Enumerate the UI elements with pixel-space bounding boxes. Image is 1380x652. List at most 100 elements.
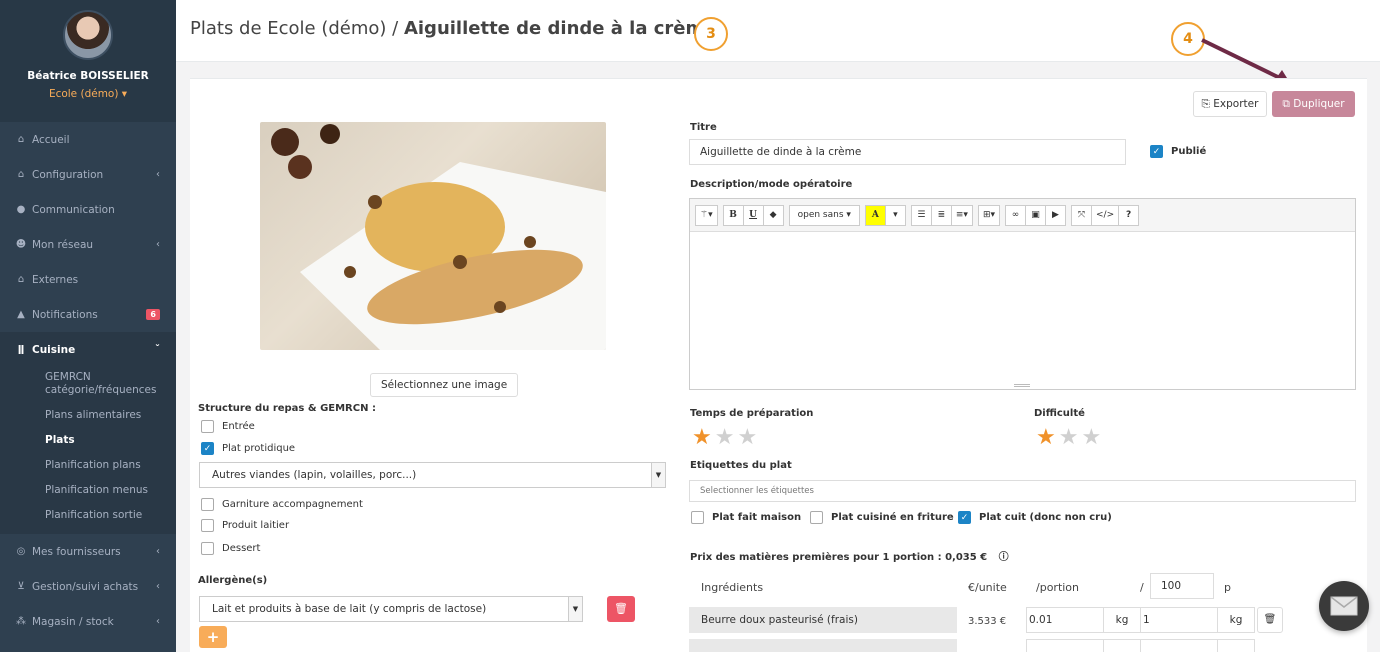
cuit-checkbox-row[interactable]: ✓ Plat cuit (donc non cru)	[958, 511, 1112, 524]
chat-widget-button[interactable]	[1319, 581, 1369, 631]
image-icon[interactable]: ▣	[1025, 204, 1047, 226]
entree-checkbox[interactable]	[201, 420, 214, 433]
ingredient-qty-input[interactable]: 1	[1140, 607, 1218, 633]
entree-label: Entrée	[222, 421, 255, 432]
ingredient-unit-1-next	[1103, 639, 1141, 652]
star-empty-icon[interactable]: ★	[1059, 425, 1082, 450]
fullscreen-icon[interactable]: ⤧	[1071, 204, 1093, 226]
dish-form-panel: Sélectionnez une image Structure du repa…	[190, 78, 1367, 652]
fait-maison-checkbox-row[interactable]: Plat fait maison	[691, 511, 801, 524]
subnav-item-planification-plans[interactable]: Planification plans	[0, 453, 176, 478]
export-button[interactable]: ⎘ Exporter	[1193, 91, 1267, 117]
unordered-list-icon[interactable]: ☰	[910, 204, 932, 226]
select-image-button[interactable]: Sélectionnez une image	[370, 373, 519, 397]
star-empty-icon[interactable]: ★	[715, 425, 738, 450]
editor-content-area[interactable]	[690, 232, 1355, 389]
ingredient-price: 3.533 €	[968, 616, 1007, 627]
difficulty-label: Difficulté	[1034, 408, 1085, 419]
sidebar-item-notifications[interactable]: ▲ Notifications 6	[0, 297, 176, 332]
produit-laitier-checkbox[interactable]	[201, 519, 214, 532]
delete-allergene-button[interactable]: 🗑	[607, 596, 635, 622]
allergenes-label: Allergène(s)	[198, 575, 268, 586]
subnav-item-planification-sortie[interactable]: Planification sortie	[0, 503, 176, 528]
ingredient-unit-2-next	[1217, 639, 1255, 652]
dessert-checkbox-row[interactable]: Dessert	[201, 542, 260, 555]
garniture-label: Garniture accompagnement	[222, 499, 363, 510]
caret-down-icon[interactable]: ▾	[884, 204, 906, 226]
friture-checkbox[interactable]	[810, 511, 823, 524]
plat-protidique-checkbox[interactable]: ✓	[201, 442, 214, 455]
step-3-marker: 3	[694, 17, 728, 51]
link-icon[interactable]: ∞	[1005, 204, 1027, 226]
sidebar-item-fournisseurs[interactable]: ◎ Mes fournisseurs ‹	[0, 534, 176, 569]
prep-time-rating[interactable]: ★ ★ ★	[692, 425, 760, 450]
friture-checkbox-row[interactable]: Plat cuisiné en friture	[810, 511, 954, 524]
eraser-icon[interactable]: ◆	[762, 204, 784, 226]
entree-checkbox-row[interactable]: Entrée	[201, 420, 255, 433]
sidebar-item-accueil[interactable]: ⌂ Accueil	[0, 122, 176, 157]
sidebar-item-achats[interactable]: ⊻ Gestion/suivi achats ‹	[0, 569, 176, 604]
dessert-checkbox[interactable]	[201, 542, 214, 555]
star-filled-icon[interactable]: ★	[692, 425, 715, 450]
star-empty-icon[interactable]: ★	[1081, 425, 1104, 450]
table-icon[interactable]: ⊞▾	[977, 204, 1001, 226]
fait-maison-label: Plat fait maison	[712, 512, 802, 523]
titre-input[interactable]: Aiguillette de dinde à la crème	[689, 139, 1126, 165]
plat-protidique-checkbox-row[interactable]: ✓ Plat protidique	[201, 442, 295, 455]
sidebar-item-cuisine[interactable]: ǁ Cuisine ˇ	[0, 332, 176, 367]
subnav-item-plans-alimentaires[interactable]: Plans alimentaires	[0, 403, 176, 428]
publie-checkbox[interactable]: ✓	[1150, 145, 1163, 158]
subnav-item-gemrcn[interactable]: GEMRCN catégorie/fréquences	[0, 367, 176, 403]
ingredient-portion-input[interactable]: 0.01	[1026, 607, 1104, 633]
delete-ingredient-button[interactable]: 🗑	[1257, 607, 1283, 633]
sidebar-item-externes[interactable]: ⌂ Externes	[0, 262, 176, 297]
sidebar-nav: ⌂ Accueil ⌂ Configuration ‹ ● Communicat…	[0, 122, 176, 639]
video-icon[interactable]: ▶	[1045, 204, 1067, 226]
align-icon[interactable]: ≡▾	[950, 204, 973, 226]
fait-maison-checkbox[interactable]	[691, 511, 704, 524]
subnav-item-plats[interactable]: Plats	[0, 428, 176, 453]
cuisine-submenu: GEMRCN catégorie/fréquences Plans alimen…	[0, 367, 176, 534]
ingredient-portion-input-next[interactable]	[1026, 639, 1104, 652]
underline-button[interactable]: U	[742, 204, 764, 226]
font-family-select[interactable]: open sans ▾	[788, 204, 860, 226]
cart-icon: ⊻	[17, 581, 25, 592]
duplicate-button[interactable]: ⧉ Dupliquer	[1272, 91, 1355, 117]
star-empty-icon[interactable]: ★	[737, 425, 760, 450]
code-view-icon[interactable]: </>	[1091, 204, 1120, 226]
viande-select[interactable]: Autres viandes (lapin, volailles, porc..…	[199, 462, 666, 488]
portions-count-input[interactable]: 100	[1150, 573, 1214, 599]
help-icon[interactable]: ?	[1118, 204, 1140, 226]
ordered-list-icon[interactable]: ≣	[930, 204, 952, 226]
prep-time-label: Temps de préparation	[690, 408, 814, 419]
sidebar-item-reseau[interactable]: ☻ Mon réseau ‹	[0, 227, 176, 262]
sidebar-item-configuration[interactable]: ⌂ Configuration ‹	[0, 157, 176, 192]
garniture-checkbox-row[interactable]: Garniture accompagnement	[201, 498, 363, 511]
profile-block: Béatrice BOISSELIER Ecole (démo) ▾	[0, 0, 176, 122]
add-allergene-button[interactable]: +	[199, 626, 227, 648]
description-editor: ⚚▾ B U ◆ open sans ▾ A ▾ ☰ ≣ ≡▾ ⊞▾ ∞ ▣ ▶…	[689, 198, 1356, 390]
chevron-left-icon: ‹	[156, 239, 160, 250]
publie-checkbox-row[interactable]: ✓ Publié	[1150, 145, 1206, 158]
subnav-item-planification-menus[interactable]: Planification menus	[0, 478, 176, 503]
text-color-button[interactable]: A	[864, 204, 886, 226]
dish-photo[interactable]	[260, 122, 606, 350]
ingredient-qty-input-next[interactable]	[1140, 639, 1218, 652]
sidebar-item-communication[interactable]: ● Communication	[0, 192, 176, 227]
magic-wand-icon[interactable]: ⚚▾	[695, 204, 718, 226]
garniture-checkbox[interactable]	[201, 498, 214, 511]
produit-laitier-checkbox-row[interactable]: Produit laitier	[201, 519, 289, 532]
avatar[interactable]	[63, 10, 113, 60]
difficulty-rating[interactable]: ★ ★ ★	[1036, 425, 1104, 450]
star-filled-icon[interactable]: ★	[1036, 425, 1059, 450]
resize-handle-icon[interactable]	[1014, 384, 1030, 387]
tags-input[interactable]: Selectionner les étiquettes	[689, 480, 1356, 502]
sidebar-item-magasin[interactable]: ⁂ Magasin / stock ‹	[0, 604, 176, 639]
school-dropdown[interactable]: Ecole (démo) ▾	[0, 88, 176, 100]
allergene-select[interactable]: Lait et produits à base de lait (y compr…	[199, 596, 583, 622]
cuit-checkbox[interactable]: ✓	[958, 511, 971, 524]
bold-button[interactable]: B	[722, 204, 744, 226]
bank-icon: ⌂	[17, 169, 25, 180]
info-icon[interactable]: ⓘ	[999, 552, 1009, 563]
sidebar-item-label: Notifications	[32, 308, 98, 321]
